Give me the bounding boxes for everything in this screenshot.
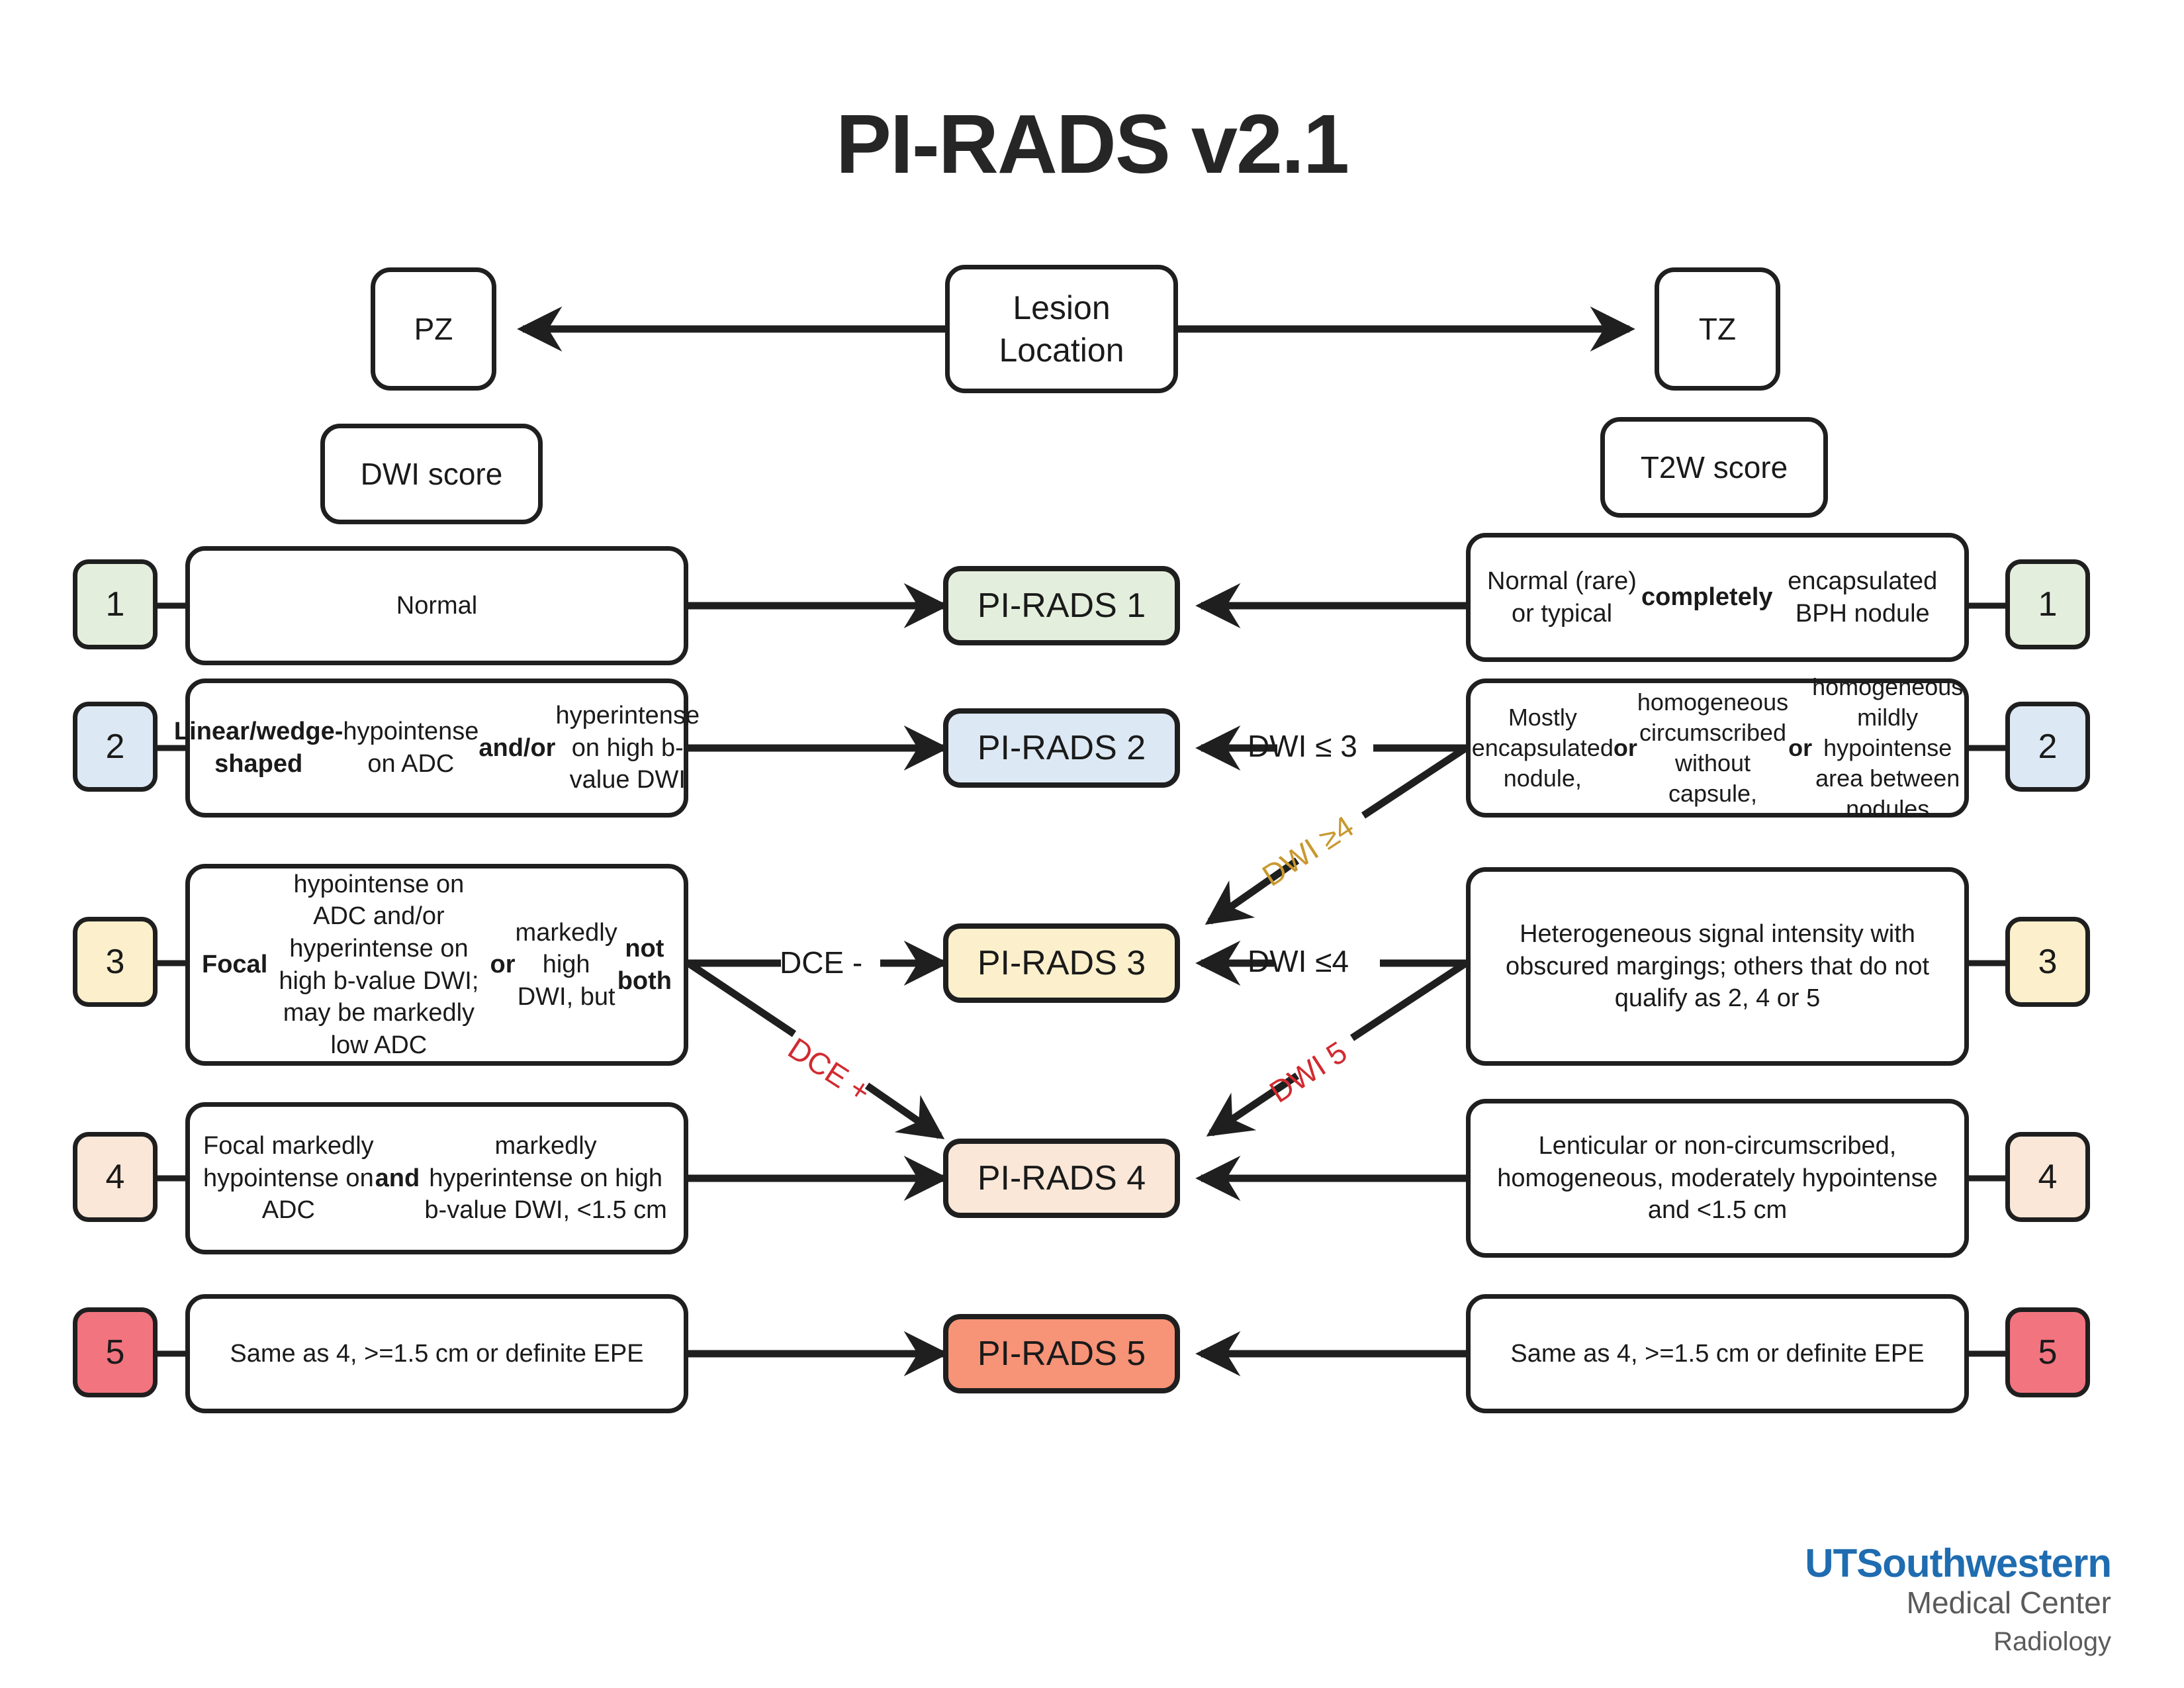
edge-dce-plus-arrow (864, 1082, 945, 1140)
chip-t2w-score-3[interactable]: 3 (2005, 917, 2090, 1007)
edge-dwi3-to-pirads4-diag (686, 960, 797, 1037)
criteria-t2w-1[interactable]: Normal (rare) or typical completely enca… (1466, 533, 1969, 662)
edge-label-dwi-5: DWI 5 (1263, 1034, 1353, 1109)
chip-t2w-score-4[interactable]: 4 (2005, 1132, 2090, 1222)
criteria-t2w-3[interactable]: Heterogeneous signal intensity with obsc… (1466, 867, 1969, 1066)
criteria-dwi-1[interactable]: Normal (185, 546, 688, 665)
node-lesion-location[interactable]: Lesion Location (945, 265, 1178, 393)
edge-label-dwi-ge-4: DWI ≥4 (1255, 808, 1360, 893)
criteria-t2w-2[interactable]: Mostly encapsulated nodule, or homogeneo… (1466, 673, 1969, 822)
result-pirads-3[interactable]: PI-RADS 3 (943, 923, 1180, 1003)
criteria-dwi-2[interactable]: Linear/wedge-shaped hypointense on ADC a… (174, 679, 700, 818)
chip-dwi-score-1[interactable]: 1 (73, 559, 158, 649)
criteria-t2w-5[interactable]: Same as 4, >=1.5 cm or definite EPE (1466, 1294, 1969, 1413)
page-title: PI-RADS v2.1 (835, 97, 1349, 191)
logo-ut: UT (1805, 1541, 1857, 1585)
criteria-dwi-4[interactable]: Focal markedly hypointense on ADC and ma… (185, 1102, 688, 1254)
connector-layer (157, 306, 2005, 1377)
edge-label-dce-minus: DCE - (780, 945, 863, 980)
criteria-t2w-4[interactable]: Lenticular or non-circumscribed, homogen… (1466, 1099, 1969, 1258)
edge-t2w2-to-pirads3-diag (1361, 745, 1469, 819)
node-pz[interactable]: PZ (371, 267, 496, 391)
node-dwi-score-header[interactable]: DWI score (320, 424, 543, 524)
logo-medical-center: Medical Center (1906, 1585, 2111, 1620)
diagram-canvas: PI-RADS v2.1 Lesion Location PZ TZ DWI s… (0, 0, 2184, 1688)
result-pirads-5[interactable]: PI-RADS 5 (943, 1314, 1180, 1393)
logo-wordmark: UTSouthwestern (1449, 1541, 2112, 1585)
edge-label-dwi-le-4: DWI ≤4 (1248, 944, 1349, 978)
node-tz[interactable]: TZ (1655, 267, 1780, 391)
edge-label-dce-plus: DCE + (782, 1031, 877, 1109)
edge-t2w3-to-pirads4-diag (1349, 960, 1469, 1041)
edge-label-dwi-le-3: DWI ≤ 3 (1248, 729, 1357, 763)
chip-dwi-score-4[interactable]: 4 (73, 1132, 158, 1222)
result-pirads-2[interactable]: PI-RADS 2 (943, 708, 1180, 788)
chip-t2w-score-5[interactable]: 5 (2005, 1307, 2090, 1397)
chip-t2w-score-2[interactable]: 2 (2005, 702, 2090, 792)
chip-dwi-score-3[interactable]: 3 (73, 917, 158, 1007)
chip-t2w-score-1[interactable]: 1 (2005, 559, 2090, 649)
chip-dwi-score-2[interactable]: 2 (73, 702, 158, 792)
node-t2w-score-header[interactable]: T2W score (1600, 417, 1828, 518)
criteria-dwi-5[interactable]: Same as 4, >=1.5 cm or definite EPE (185, 1294, 688, 1413)
criteria-dwi-3[interactable]: Focal hypointense on ADC and/or hyperint… (185, 864, 688, 1066)
chip-dwi-score-5[interactable]: 5 (73, 1307, 158, 1397)
institution-logo: UTSouthwestern Medical Center Radiology (1449, 1541, 2112, 1661)
logo-radiology: Radiology (1993, 1626, 2111, 1656)
logo-southwestern: Southwestern (1856, 1541, 2112, 1585)
result-pirads-1[interactable]: PI-RADS 1 (943, 566, 1180, 645)
result-pirads-4[interactable]: PI-RADS 4 (943, 1139, 1180, 1218)
